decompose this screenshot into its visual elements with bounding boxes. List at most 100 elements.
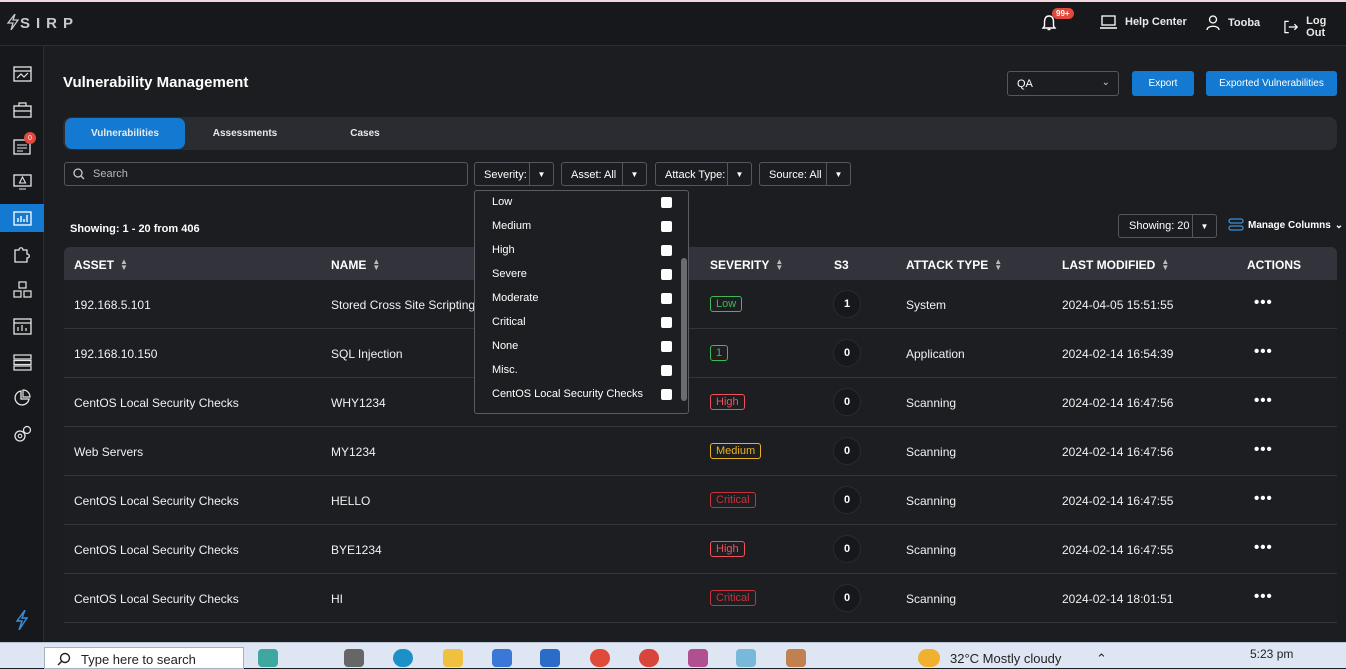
tab-vulnerabilities[interactable]: Vulnerabilities <box>65 118 185 149</box>
column-last-modified[interactable]: LAST MODIFIED ▲ ▼ <box>1062 258 1169 273</box>
cell-name[interactable]: WHY1234 <box>331 396 386 410</box>
sidebar-item-cases[interactable] <box>0 96 44 124</box>
table-row[interactable]: Web Servers MY1234 Medium 0 Scanning 2024-02-… <box>64 427 1337 476</box>
severity-filter-label: Severity: <box>484 169 527 181</box>
row-actions-icon[interactable]: ••• <box>1254 392 1273 409</box>
sidebar-item-vulnerability[interactable] <box>0 204 44 232</box>
slack-icon[interactable] <box>688 649 708 667</box>
attack-type-filter[interactable]: Attack Type: ▼ <box>655 162 752 186</box>
sidebar-item-integrations[interactable] <box>0 240 44 268</box>
table-row[interactable]: CentOS Local Security Checks HI Critical 0 S… <box>64 574 1337 623</box>
sidebar-item-dashboard[interactable] <box>0 60 44 88</box>
sidebar-item-tasks[interactable]: 0 <box>0 132 44 160</box>
table-row[interactable]: 192.168.10.150 SQL Injection 1 0 Application… <box>64 329 1337 378</box>
sirp-logo[interactable]: SIRP <box>6 13 79 32</box>
tab-assessments[interactable]: Assessments <box>185 118 305 149</box>
tab-cases[interactable]: Cases <box>305 118 425 149</box>
row-actions-icon[interactable]: ••• <box>1254 588 1273 605</box>
severity-option[interactable]: Medium <box>492 220 531 232</box>
severity-filter[interactable]: Severity: ▼ <box>474 162 554 186</box>
asset-filter[interactable]: Asset: All ▼ <box>561 162 647 186</box>
cell-last-modified: 2024-02-14 16:47:55 <box>1062 543 1174 557</box>
severity-option[interactable]: Misc. <box>492 364 518 376</box>
sidebar-item-assets[interactable] <box>0 276 44 304</box>
cell-name[interactable]: SQL Injection <box>331 347 403 361</box>
table-row[interactable]: CentOS Local Security Checks WHY1234 High 0… <box>64 378 1337 427</box>
severity-checkbox[interactable] <box>661 341 672 352</box>
puzzle-icon <box>13 247 30 263</box>
paint-icon[interactable] <box>786 649 806 667</box>
mail-icon[interactable] <box>540 649 560 667</box>
source-filter[interactable]: Source: All ▼ <box>759 162 851 186</box>
chrome-icon[interactable] <box>590 649 610 667</box>
edge-icon[interactable] <box>393 649 413 667</box>
table-row[interactable]: CentOS Local Security Checks HELLO Critica… <box>64 476 1337 525</box>
sidebar-collapse[interactable] <box>0 606 44 634</box>
row-actions-icon[interactable]: ••• <box>1254 539 1273 556</box>
widgets-icon[interactable] <box>258 649 278 667</box>
search-icon <box>73 168 85 180</box>
severity-option[interactable]: CentOS Local Security Checks <box>492 388 643 400</box>
cell-name[interactable]: HI <box>331 592 343 606</box>
cell-last-modified: 2024-02-14 18:01:51 <box>1062 592 1174 606</box>
severity-option[interactable]: High <box>492 244 515 256</box>
severity-checkbox[interactable] <box>661 197 672 208</box>
manage-columns-label: Manage Columns <box>1248 219 1331 231</box>
manage-columns-button[interactable]: Manage Columns ⌄ <box>1228 218 1343 232</box>
row-actions-icon[interactable]: ••• <box>1254 490 1273 507</box>
severity-option[interactable]: None <box>492 340 518 352</box>
exported-vulnerabilities-button[interactable]: Exported Vulnerabilities <box>1206 71 1337 96</box>
task-view-icon[interactable] <box>344 649 364 667</box>
row-actions-icon[interactable]: ••• <box>1254 441 1273 458</box>
page-size-select[interactable]: Showing: 20 ▼ <box>1118 214 1217 238</box>
sidebar-item-settings[interactable] <box>0 420 44 448</box>
sidebar-item-analytics[interactable] <box>0 384 44 412</box>
severity-option[interactable]: Low <box>492 196 512 208</box>
tray-icons[interactable]: ⌃ <box>1096 651 1107 667</box>
clock[interactable]: 5:23 pm <box>1250 647 1293 661</box>
cell-name[interactable]: BYE1234 <box>331 543 382 557</box>
search-input[interactable]: Search <box>64 162 468 186</box>
dropdown-scrollbar[interactable] <box>681 258 687 401</box>
sidebar-item-reports[interactable] <box>0 312 44 340</box>
severity-checkbox[interactable] <box>661 221 672 232</box>
file-explorer-icon[interactable] <box>443 649 463 667</box>
severity-checkbox[interactable] <box>661 245 672 256</box>
column-asset[interactable]: ASSET ▲ ▼ <box>74 258 128 273</box>
app-icon[interactable] <box>736 649 756 667</box>
severity-option[interactable]: Moderate <box>492 292 538 304</box>
column-name[interactable]: NAME ▲ ▼ <box>331 258 380 273</box>
severity-option[interactable]: Critical <box>492 316 526 328</box>
table-row[interactable]: 192.168.5.101 Stored Cross Site Scripting… <box>64 280 1337 329</box>
cell-name[interactable]: Stored Cross Site Scripting <box>331 298 475 312</box>
row-actions-icon[interactable]: ••• <box>1254 343 1273 360</box>
sidebar-item-alerts[interactable] <box>0 168 44 196</box>
severity-checkbox[interactable] <box>661 389 672 400</box>
windows-taskbar: Type here to search 32°C Mostly cloudy ⌃… <box>0 642 1346 669</box>
cell-name[interactable]: MY1234 <box>331 445 376 459</box>
environment-select[interactable]: QA ⌄ <box>1007 71 1119 96</box>
user-menu[interactable]: Tooba <box>1206 15 1260 30</box>
table-row[interactable]: CentOS Local Security Checks BYE1234 High 0… <box>64 525 1337 574</box>
column-attack-type[interactable]: ATTACK TYPE ▲ ▼ <box>906 258 1002 273</box>
table-header: ASSET ▲ ▼ NAME ▲ ▼ SEVERITY ▲ ▼ S3 ATTACK TYPE… <box>64 247 1337 280</box>
taskbar-search[interactable]: Type here to search <box>44 647 244 669</box>
row-actions-icon[interactable]: ••• <box>1254 294 1273 311</box>
severity-checkbox[interactable] <box>661 293 672 304</box>
help-center-button[interactable]: Help Center <box>1100 15 1187 29</box>
vulnerabilities-table: ASSET ▲ ▼ NAME ▲ ▼ SEVERITY ▲ ▼ S3 ATTACK TYPE… <box>64 247 1337 642</box>
export-button[interactable]: Export <box>1132 71 1194 96</box>
severity-checkbox[interactable] <box>661 365 672 376</box>
chrome-icon[interactable] <box>639 649 659 667</box>
logout-button[interactable]: Log Out <box>1284 15 1346 39</box>
cell-name[interactable]: HELLO <box>331 494 370 508</box>
column-severity[interactable]: SEVERITY ▲ ▼ <box>710 258 783 273</box>
sidebar-item-servers[interactable] <box>0 348 44 376</box>
severity-option[interactable]: Severe <box>492 268 527 280</box>
store-icon[interactable] <box>492 649 512 667</box>
cell-attack-type: Scanning <box>906 494 957 508</box>
main-content: Vulnerability Management QA ⌄ Export Exp… <box>44 46 1346 642</box>
severity-checkbox[interactable] <box>661 317 672 328</box>
severity-checkbox[interactable] <box>661 269 672 280</box>
server-icon <box>12 353 32 371</box>
